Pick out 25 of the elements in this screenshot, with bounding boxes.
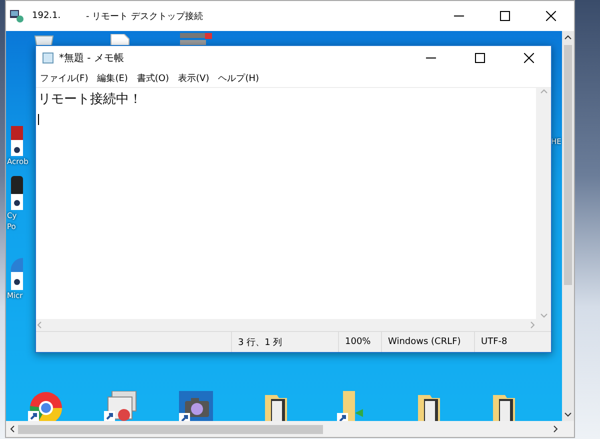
menu-item[interactable]: ファイル(F) xyxy=(40,72,88,84)
document-text: リモート接続中！ xyxy=(38,91,143,108)
maximize-icon xyxy=(475,52,485,62)
menu-item[interactable]: 表示(V) xyxy=(178,72,210,84)
close-icon xyxy=(524,52,534,62)
notepad-title: *無題 - メモ帳 xyxy=(59,52,124,64)
maximize-icon xyxy=(500,11,510,21)
status-text: 3 行、1 列 xyxy=(231,332,338,352)
scrollbar-thumb[interactable] xyxy=(18,424,323,434)
windows-stack-icon[interactable] xyxy=(104,391,138,421)
status-text: UTF-8 xyxy=(474,332,551,352)
status-text: Windows (CRLF) xyxy=(381,332,474,352)
scrollbar-thumb[interactable] xyxy=(564,45,572,285)
camera-icon[interactable] xyxy=(179,391,213,421)
server-icon[interactable] xyxy=(178,31,214,47)
window-title: - リモート デスクトップ接続 xyxy=(86,10,203,22)
menu-item[interactable]: ヘルプ(H) xyxy=(218,72,260,84)
close-icon xyxy=(546,11,556,21)
text-cursor xyxy=(38,114,39,125)
menu-item[interactable]: 編集(E) xyxy=(97,72,128,84)
status-text: 100% xyxy=(338,332,381,352)
host-address: 192.1. xyxy=(32,11,62,21)
menu-item[interactable]: 書式(O) xyxy=(136,72,170,84)
remote-desktop-icon xyxy=(10,10,24,22)
notepad-icon xyxy=(42,52,54,64)
